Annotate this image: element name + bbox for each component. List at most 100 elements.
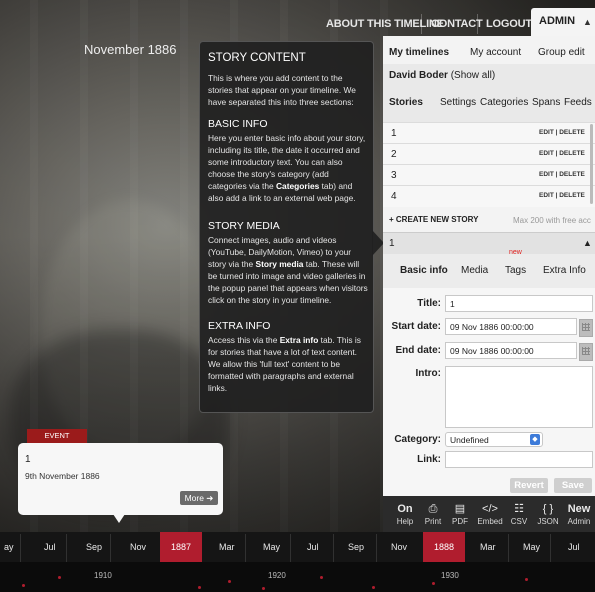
help-intro: This is where you add content to the sto… [208,73,356,107]
month-label: Mar [480,542,496,552]
month-label: Jul [307,542,319,552]
printer-icon: ⎙ [428,503,438,515]
admin-tool[interactable]: New Admin [564,501,594,526]
new-badge: new [509,249,522,256]
json-tool-label: JSON [537,517,559,526]
help-tooltip: STORY CONTENT This is where you add cont… [199,41,374,413]
help-media-title: STORY MEDIA [208,220,280,232]
show-all-link[interactable]: (Show all) [451,70,495,81]
csv-tool-label: CSV [510,517,528,526]
story-dot[interactable] [198,586,201,589]
tab-categories[interactable]: Categories [480,97,528,108]
new-icon: New [567,503,591,515]
logout-link[interactable]: LOGOUT [486,18,532,30]
decade-label: 1920 [268,571,286,580]
link-label: Link: [417,454,441,465]
print-tool[interactable]: ⎙ Print [422,501,444,526]
top-navigation: ABOUT THIS TIMELINE CONTACT LOGOUT [0,8,595,36]
tab-extra-info[interactable]: Extra Info [543,265,586,276]
story-dot[interactable] [228,580,231,583]
tab-basic-info[interactable]: Basic info [400,265,448,276]
edit-delete-links[interactable]: EDIT | DELETE [539,129,585,136]
create-story-button[interactable]: + CREATE NEW STORY [389,215,478,224]
story-limit-note: Max 200 with free acc [513,216,591,225]
event-title: 1 [25,454,31,465]
month-label: Jul [44,542,56,552]
toggle-icon: On [397,503,413,515]
tab-feeds[interactable]: Feeds [564,97,592,108]
pdf-tool[interactable]: ▤ PDF [450,501,470,526]
embed-tool[interactable]: </> Embed [474,501,506,526]
edit-delete-links[interactable]: EDIT | DELETE [539,171,585,178]
help-basic-title: BASIC INFO [208,118,268,130]
selected-story-header[interactable]: 1 ▲ [383,232,595,255]
story-dot[interactable] [58,576,61,579]
decade-label: 1930 [441,571,459,580]
save-button[interactable]: Save [554,478,592,493]
story-dot[interactable] [525,578,528,581]
decade-label: 1910 [94,571,112,580]
card-pointer [113,514,125,523]
stories-scrollbar[interactable] [590,124,593,204]
tab-stories[interactable]: Stories [389,97,423,108]
month-label: May [523,542,541,552]
story-dot[interactable] [372,586,375,589]
decade-axis[interactable]: 1910 1920 1930 [0,562,595,592]
story-row[interactable]: 3 EDIT | DELETE [383,164,595,186]
edit-delete-links[interactable]: EDIT | DELETE [539,150,585,157]
braces-icon: { } [542,503,554,515]
start-date-label: Start date: [391,321,441,332]
event-card[interactable]: 1 9th November 1886 More ➜ [18,443,223,515]
calendar-icon[interactable] [579,343,593,361]
intro-label: Intro: [415,368,441,379]
revert-button[interactable]: Revert [510,478,548,493]
intro-textarea[interactable] [445,366,593,428]
admin-tab[interactable]: ADMIN ▲ [531,8,595,36]
story-row[interactable]: 2 EDIT | DELETE [383,143,595,165]
admin-panel: My timelines My account Group edit David… [383,36,595,542]
title-input[interactable]: 1 [445,295,593,312]
category-select[interactable]: Undefined ◆ [445,432,543,447]
story-dot[interactable] [432,582,435,585]
category-value: Undefined [450,435,489,445]
collapse-arrow-icon: ▲ [583,17,592,27]
calendar-icon[interactable] [579,319,593,337]
event-date: 9th November 1886 [25,471,100,481]
csv-tool[interactable]: ☷ CSV [508,501,530,526]
timeline-band[interactable]: ay Jul Sep Nov 1887 Mar May Jul Sep Nov … [0,532,595,562]
end-date-label: End date: [395,345,441,356]
month-label: Nov [391,542,408,552]
about-link[interactable]: ABOUT THIS TIMELINE [326,18,444,30]
more-button[interactable]: More ➜ [180,491,218,505]
help-tool[interactable]: On Help [394,501,416,526]
story-dot[interactable] [262,587,265,590]
tab-spans[interactable]: Spans [532,97,560,108]
tab-tags[interactable]: Tags [505,265,526,276]
help-basic-text: Here you enter basic info about your sto… [208,133,366,203]
title-label: Title: [417,298,441,309]
story-row[interactable]: 1 EDIT | DELETE [383,122,595,144]
story-dot[interactable] [320,576,323,579]
story-number: 2 [391,149,397,160]
document-icon: ▤ [454,503,466,515]
code-icon: </> [482,503,498,515]
tab-settings[interactable]: Settings [440,97,476,108]
start-date-input[interactable]: 09 Nov 1886 00:00:00 [445,318,577,335]
end-date-input[interactable]: 09 Nov 1886 00:00:00 [445,342,577,359]
tab-group-edit[interactable]: Group edit [538,47,585,58]
story-row[interactable]: 4 EDIT | DELETE [383,185,595,207]
json-tool[interactable]: { } JSON [535,501,561,526]
contact-link[interactable]: CONTACT [431,18,483,30]
event-tag: EVENT [27,429,87,443]
edit-delete-links[interactable]: EDIT | DELETE [539,192,585,199]
help-tool-label: Help [396,517,414,526]
tab-my-account[interactable]: My account [470,47,521,58]
story-dot[interactable] [22,584,25,587]
tab-my-timelines[interactable]: My timelines [389,47,449,58]
tab-media[interactable]: Media [461,265,488,276]
list-icon: ☷ [514,503,524,515]
month-label: Jul [568,542,580,552]
month-label: May [263,542,281,552]
link-input[interactable] [445,451,593,468]
pdf-tool-label: PDF [452,517,468,526]
